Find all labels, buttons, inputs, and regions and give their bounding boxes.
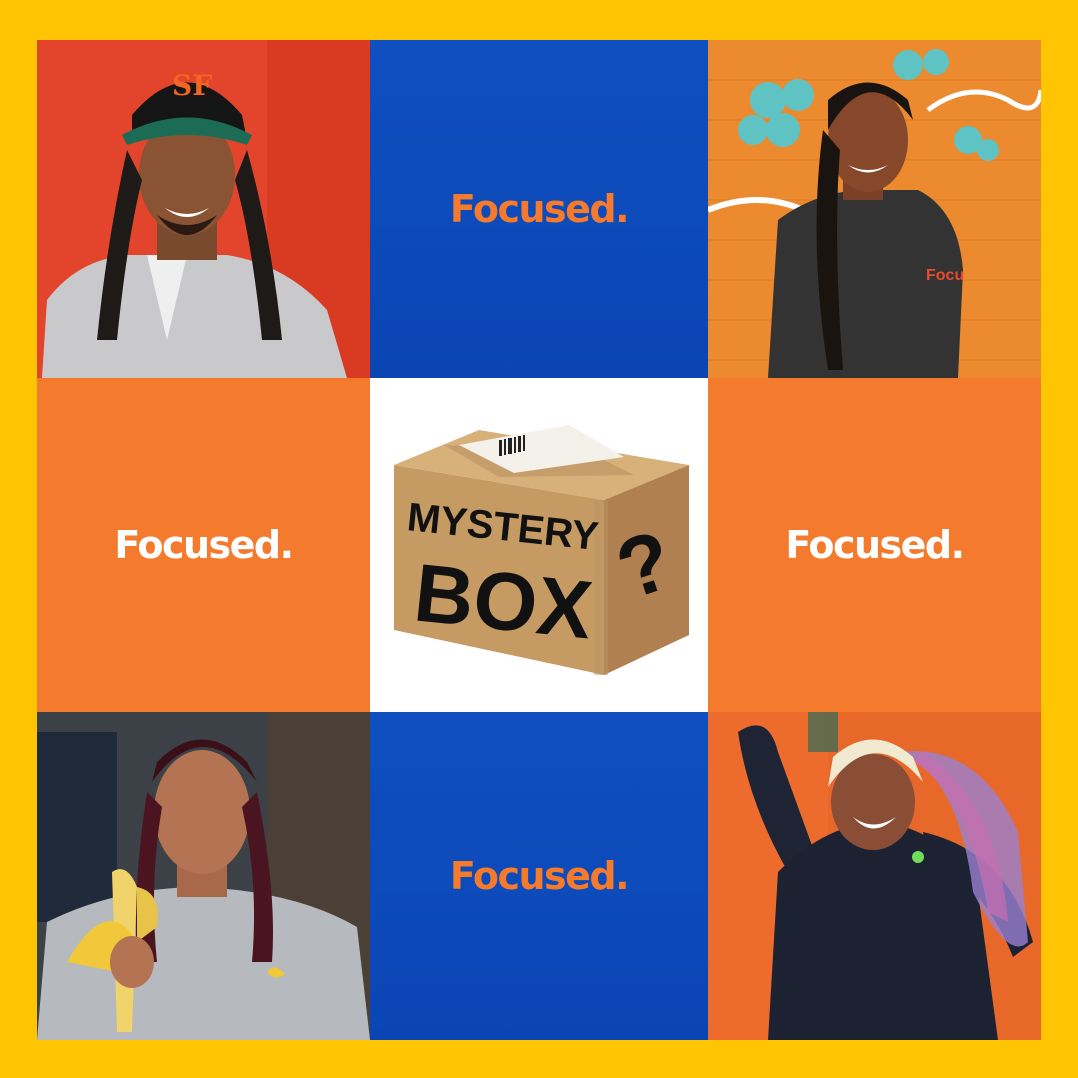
cap-logo: SF	[172, 69, 212, 102]
mystery-box-line2: BOX	[410, 547, 596, 656]
yellow-frame: SF Focused. Focu Focused. MYSTERY BOX ? …	[0, 0, 1078, 1078]
tile-orange-left: Focused.	[37, 378, 370, 712]
photo-woman-mural-image: Focu	[708, 40, 1041, 378]
focused-text-right: Focused.	[785, 523, 965, 567]
mystery-box-tile: MYSTERY BOX ?	[370, 378, 708, 712]
photo-man-in-cap: SF	[37, 40, 370, 378]
focused-text-left: Focused.	[114, 523, 294, 567]
shirt-text: Focu	[926, 267, 964, 284]
tile-blue-top: Focused.	[370, 40, 708, 378]
focused-text-bottom: Focused.	[449, 854, 630, 898]
tile-blue-bottom: Focused.	[370, 712, 708, 1040]
tile-orange-right: Focused.	[708, 378, 1041, 712]
photo-girl-banana	[37, 712, 370, 1040]
photo-woman-hoodie-image	[708, 712, 1041, 1040]
photo-grid: SF Focused. Focu Focused. MYSTERY BOX ? …	[37, 40, 1041, 1040]
photo-man-in-cap-image: SF	[37, 40, 370, 378]
focused-text-top: Focused.	[449, 187, 630, 231]
mystery-box-image: MYSTERY BOX ?	[394, 425, 689, 675]
photo-woman-hoodie	[708, 712, 1041, 1040]
photo-girl-banana-image	[37, 712, 370, 1040]
photo-woman-mural: Focu	[708, 40, 1041, 378]
